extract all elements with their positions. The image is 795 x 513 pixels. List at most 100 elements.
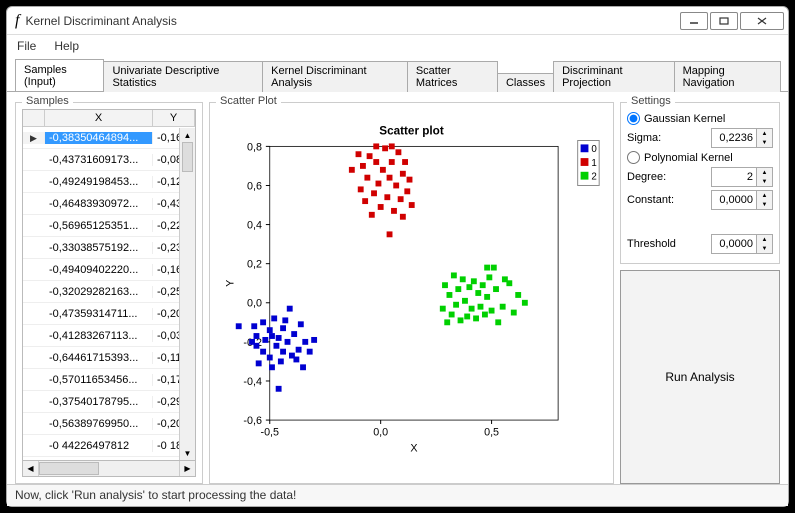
cell-x[interactable]: -0,64461715393... xyxy=(45,352,153,364)
content-area: Samples X Y -0,38350464894...-0,162-0,43… xyxy=(7,92,788,484)
threshold-input[interactable] xyxy=(712,235,756,253)
menu-help[interactable]: Help xyxy=(54,39,79,53)
tabbar: Samples (Input) Univariate Descriptive S… xyxy=(7,57,788,92)
settings-group: Settings Gaussian Kernel Sigma: ▲▼ Polyn… xyxy=(620,102,780,264)
tab-scatter-matrices[interactable]: Scatter Matrices xyxy=(407,61,498,92)
close-button[interactable] xyxy=(740,12,784,30)
grid-row-header[interactable] xyxy=(23,110,45,126)
samples-group: Samples X Y -0,38350464894...-0,162-0,43… xyxy=(15,102,203,484)
minimize-icon xyxy=(689,17,699,25)
svg-text:0,6: 0,6 xyxy=(247,180,262,192)
table-row[interactable]: -0,43731609173...-0,087 xyxy=(23,149,195,171)
svg-text:Y: Y xyxy=(225,280,237,287)
sigma-spinbox[interactable]: ▲▼ xyxy=(711,128,773,148)
tab-univariate-stats[interactable]: Univariate Descriptive Statistics xyxy=(103,61,263,92)
gaussian-label: Gaussian Kernel xyxy=(644,113,773,125)
close-icon xyxy=(757,17,767,25)
menubar: File Help xyxy=(7,35,788,57)
threshold-up-icon[interactable]: ▲ xyxy=(757,235,772,244)
svg-text:0: 0 xyxy=(591,144,597,155)
cell-x[interactable]: -0 44226497812 xyxy=(45,440,153,452)
threshold-spinbox[interactable]: ▲▼ xyxy=(711,234,773,254)
svg-text:-0,5: -0,5 xyxy=(260,427,279,439)
tab-kernel-analysis[interactable]: Kernel Discriminant Analysis xyxy=(262,61,408,92)
table-row[interactable]: -0,49249198453...-0,127 xyxy=(23,171,195,193)
table-row[interactable]: -0,37540178795...-0,292 xyxy=(23,391,195,413)
cell-x[interactable]: -0,57011653456... xyxy=(45,374,153,386)
minimize-button[interactable] xyxy=(680,12,708,30)
constant-label: Constant: xyxy=(627,194,711,206)
table-row[interactable]: -0,56389769950...-0,207 xyxy=(23,413,195,435)
constant-up-icon[interactable]: ▲ xyxy=(757,191,772,200)
hscroll-thumb[interactable] xyxy=(39,462,99,475)
degree-up-icon[interactable]: ▲ xyxy=(757,168,772,177)
svg-text:2: 2 xyxy=(591,172,596,183)
table-row[interactable]: -0,41283267113...-0,039 xyxy=(23,325,195,347)
titlebar[interactable]: f Kernel Discriminant Analysis xyxy=(7,7,788,35)
table-row[interactable]: -0,33038575192...-0,232 xyxy=(23,237,195,259)
constant-input[interactable] xyxy=(712,191,756,209)
svg-text:Scatter plot: Scatter plot xyxy=(379,125,444,138)
cell-x[interactable]: -0,56389769950... xyxy=(45,418,153,430)
svg-text:0,2: 0,2 xyxy=(247,259,262,271)
settings-panel: Settings Gaussian Kernel Sigma: ▲▼ Polyn… xyxy=(620,98,780,484)
tab-classes[interactable]: Classes xyxy=(497,73,554,92)
tab-mapping-navigation[interactable]: Mapping Navigation xyxy=(674,61,781,92)
grid-col-y[interactable]: Y xyxy=(153,110,195,126)
polynomial-radio[interactable] xyxy=(627,151,640,164)
vertical-scrollbar[interactable]: ▲ ▼ xyxy=(179,128,195,460)
cell-x[interactable]: -0,49409402220... xyxy=(45,264,153,276)
table-row[interactable]: -0,64461715393...-0,115 xyxy=(23,347,195,369)
cell-x[interactable]: -0,38350464894... xyxy=(45,132,153,144)
cell-x[interactable]: -0,33038575192... xyxy=(45,242,153,254)
cell-x[interactable]: -0,37540178795... xyxy=(45,396,153,408)
degree-spinbox[interactable]: ▲▼ xyxy=(711,167,773,187)
scroll-right-arrow-icon[interactable]: ▶ xyxy=(179,461,195,476)
gaussian-radio[interactable] xyxy=(627,112,640,125)
cell-x[interactable]: -0,56965125351... xyxy=(45,220,153,232)
sigma-down-icon[interactable]: ▼ xyxy=(757,138,772,147)
sigma-up-icon[interactable]: ▲ xyxy=(757,129,772,138)
degree-input[interactable] xyxy=(712,168,756,186)
maximize-button[interactable] xyxy=(710,12,738,30)
svg-text:0,0: 0,0 xyxy=(247,298,262,310)
table-row[interactable]: -0,38350464894...-0,162 xyxy=(23,127,195,149)
table-row[interactable]: -0,47359314711...-0,200 xyxy=(23,303,195,325)
constant-spinbox[interactable]: ▲▼ xyxy=(711,190,773,210)
table-row[interactable]: -0,49409402220...-0,168 xyxy=(23,259,195,281)
scroll-left-arrow-icon[interactable]: ◀ xyxy=(23,461,39,476)
table-row[interactable]: -0,32029282163...-0,251 xyxy=(23,281,195,303)
tab-discriminant-projection[interactable]: Discriminant Projection xyxy=(553,61,674,92)
sigma-input[interactable] xyxy=(712,129,756,147)
polynomial-row: Polynomial Kernel xyxy=(627,151,773,164)
cell-x[interactable]: -0,41283267113... xyxy=(45,330,153,342)
horizontal-scrollbar[interactable]: ◀ ▶ xyxy=(22,461,196,477)
grid-col-x[interactable]: X xyxy=(45,110,153,126)
degree-label: Degree: xyxy=(627,171,711,183)
table-row[interactable]: -0 44226497812-0 185 xyxy=(23,435,195,457)
cell-x[interactable]: -0,32029282163... xyxy=(45,286,153,298)
degree-down-icon[interactable]: ▼ xyxy=(757,177,772,186)
cell-x[interactable]: -0,49249198453... xyxy=(45,176,153,188)
constant-down-icon[interactable]: ▼ xyxy=(757,200,772,209)
cell-x[interactable]: -0,46483930972... xyxy=(45,198,153,210)
scatter-plot[interactable]: Scatter plot-0,50,00,5-0,6-0,4-0,20,00,2… xyxy=(216,109,607,477)
row-header[interactable] xyxy=(23,132,45,144)
cell-x[interactable]: -0,47359314711... xyxy=(45,308,153,320)
samples-grid[interactable]: X Y -0,38350464894...-0,162-0,4373160917… xyxy=(22,109,196,461)
sigma-row: Sigma: ▲▼ xyxy=(627,128,773,148)
scroll-down-arrow-icon[interactable]: ▼ xyxy=(180,446,195,460)
table-row[interactable]: -0,46483930972...-0,437 xyxy=(23,193,195,215)
scatter-panel: Scatter Plot Scatter plot-0,50,00,5-0,6-… xyxy=(209,98,614,484)
table-row[interactable]: -0,57011653456...-0,173 xyxy=(23,369,195,391)
maximize-icon xyxy=(719,17,729,25)
tab-samples-input[interactable]: Samples (Input) xyxy=(15,59,104,91)
scroll-up-arrow-icon[interactable]: ▲ xyxy=(180,128,195,142)
cell-x[interactable]: -0,43731609173... xyxy=(45,154,153,166)
menu-file[interactable]: File xyxy=(17,39,36,53)
run-analysis-button[interactable]: Run Analysis xyxy=(620,270,780,484)
window-title: Kernel Discriminant Analysis xyxy=(25,14,678,28)
scroll-thumb[interactable] xyxy=(182,142,193,172)
threshold-down-icon[interactable]: ▼ xyxy=(757,244,772,253)
table-row[interactable]: -0,56965125351...-0,227 xyxy=(23,215,195,237)
